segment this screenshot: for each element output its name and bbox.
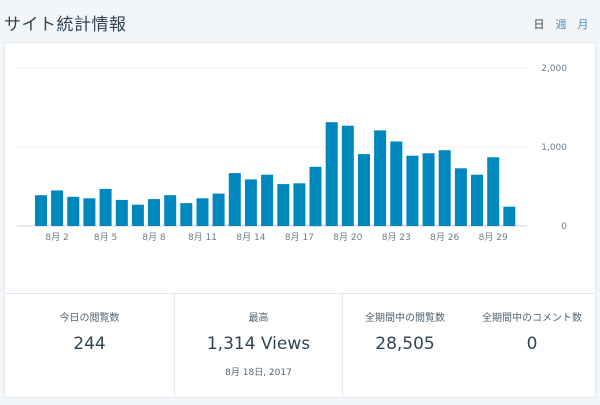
chart-bar[interactable]: [309, 166, 322, 227]
chart-bar[interactable]: [454, 168, 467, 226]
chart-bar[interactable]: [244, 179, 257, 226]
stats-summary: 今日の閲覧数 244 最高 1,314 Views 8月 18日, 2017 全…: [4, 294, 596, 398]
x-tick-label: 8月 11: [188, 232, 217, 243]
stat-best-label: 最高: [248, 313, 269, 324]
chart-bar[interactable]: [406, 155, 419, 226]
chart-bar[interactable]: [503, 206, 516, 226]
y-tick-label: 0: [561, 222, 567, 232]
chart-bar[interactable]: [212, 193, 225, 226]
chart-bar[interactable]: [51, 190, 64, 226]
x-tick-label: 8月 23: [382, 232, 411, 243]
chart-bar[interactable]: [180, 203, 193, 226]
views-bar-chart: 2,000 1,000 0 8月 2 8月 5 8月 8 8月 11 8月 14 8月 17 8月…: [17, 64, 567, 243]
chart-bar[interactable]: [261, 174, 274, 226]
tab-day[interactable]: 日: [528, 16, 550, 32]
x-tick-label: 8月 2: [45, 232, 68, 243]
y-tick-label: 1,000: [541, 143, 567, 153]
stat-today: 今日の閲覧数 244: [5, 294, 175, 398]
chart-bar[interactable]: [35, 195, 47, 226]
stat-alltime-comments-label: 全期間中のコメント数: [482, 313, 582, 324]
stat-best-value: 1,314 Views: [206, 334, 311, 354]
stat-today-label: 今日の閲覧数: [59, 313, 120, 324]
chart-bar[interactable]: [83, 198, 96, 226]
stat-alltime-views: 全期間中の閲覧数 28,505: [343, 294, 467, 398]
x-tick-label: 8月 14: [236, 232, 265, 243]
y-tick-label: 2,000: [541, 64, 567, 74]
stat-alltime-views-label: 全期間中の閲覧数: [365, 313, 445, 324]
page-title: サイト統計情報: [4, 15, 127, 35]
x-tick-label: 8月 17: [285, 232, 314, 243]
chart-bar[interactable]: [341, 125, 354, 226]
chart-bar[interactable]: [99, 188, 112, 226]
stat-alltime-comments-value: 0: [526, 334, 538, 354]
chart-bar[interactable]: [374, 130, 387, 226]
chart-bar[interactable]: [164, 195, 177, 226]
chart-bar[interactable]: [325, 122, 338, 226]
x-tick-label: 8月 26: [430, 232, 459, 243]
chart-bar[interactable]: [358, 154, 370, 226]
chart-bar[interactable]: [471, 174, 483, 226]
chart-bar[interactable]: [67, 196, 80, 226]
views-chart-card: 2,000 1,000 0 8月 2 8月 5 8月 8 8月 11 8月 14 8月 17 8月…: [4, 42, 596, 294]
x-tick-label: 8月 29: [479, 232, 508, 243]
chart-bar[interactable]: [422, 153, 435, 226]
chart-bar[interactable]: [438, 150, 451, 226]
tab-week[interactable]: 週: [550, 16, 572, 32]
chart-bar[interactable]: [228, 173, 241, 226]
chart-bar[interactable]: [115, 199, 128, 226]
stat-today-value: 244: [73, 334, 106, 354]
x-tick-label: 8月 8: [142, 232, 166, 243]
stat-best-date: 8月 18日, 2017: [225, 368, 292, 378]
chart-bar[interactable]: [293, 183, 306, 226]
x-tick-label: 8月 20: [333, 232, 362, 243]
x-tick-label: 8月 5: [94, 232, 117, 243]
stat-alltime-views-value: 28,505: [375, 334, 435, 354]
tab-month[interactable]: 月: [572, 16, 594, 32]
stat-best: 最高 1,314 Views 8月 18日, 2017: [175, 294, 343, 398]
chart-bar[interactable]: [148, 199, 160, 226]
period-tabs: 日 週 月: [528, 16, 594, 32]
chart-bar[interactable]: [196, 198, 209, 226]
chart-bar[interactable]: [487, 157, 500, 226]
stat-alltime-comments: 全期間中のコメント数 0: [467, 294, 597, 398]
stats-header: サイト統計情報 日 週 月: [0, 0, 600, 42]
chart-bar[interactable]: [390, 141, 403, 227]
chart-bar[interactable]: [277, 184, 290, 226]
chart-bar[interactable]: [131, 204, 144, 226]
